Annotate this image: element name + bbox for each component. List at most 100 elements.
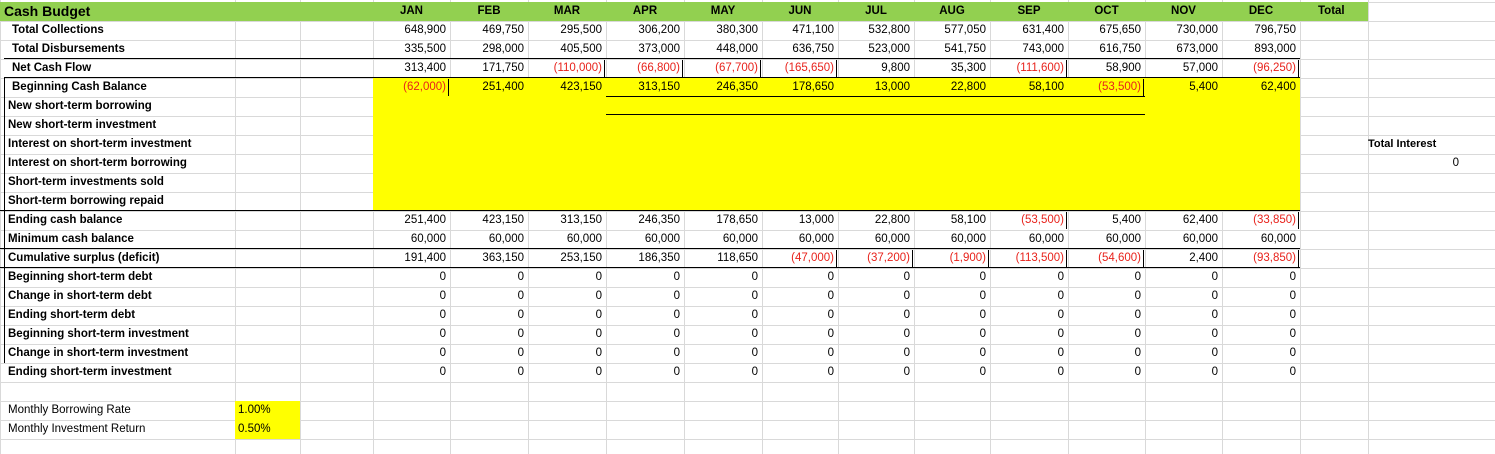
value-cell[interactable]: 186,350 (606, 249, 684, 268)
value-cell[interactable]: 0 (762, 325, 838, 344)
value-cell[interactable]: 631,400 (990, 21, 1068, 40)
value-cell[interactable]: 423,150 (528, 78, 606, 97)
value-cell[interactable]: 0 (1145, 306, 1222, 325)
value-cell[interactable]: 0 (450, 325, 528, 344)
value-cell[interactable]: 0 (1068, 363, 1145, 382)
value-cell[interactable]: 523,000 (838, 40, 914, 59)
month-header[interactable]: NOV (1145, 2, 1222, 21)
value-cell[interactable]: 0 (373, 287, 450, 306)
value-cell[interactable]: 60,000 (1222, 230, 1300, 249)
total-header[interactable]: Total (1300, 2, 1368, 21)
row-label[interactable]: Short-term investments sold (0, 173, 235, 192)
month-header[interactable]: OCT (1068, 2, 1145, 21)
value-cell[interactable]: 0 (684, 268, 762, 287)
value-cell[interactable]: 0 (1068, 325, 1145, 344)
value-cell[interactable]: 0 (450, 268, 528, 287)
row-label[interactable]: Interest on short-term borrowing (0, 154, 235, 173)
month-header[interactable]: SEP (990, 2, 1068, 21)
rate-input[interactable]: 0.50% (235, 420, 300, 439)
row-label[interactable]: Beginning short-term debt (0, 268, 235, 287)
value-cell[interactable]: 0 (990, 325, 1068, 344)
value-cell[interactable]: 0 (1145, 268, 1222, 287)
value-cell[interactable]: 306,200 (606, 21, 684, 40)
value-cell[interactable]: 0 (373, 363, 450, 382)
value-cell[interactable]: 373,000 (606, 40, 684, 59)
row-label[interactable]: Change in short-term debt (0, 287, 235, 306)
value-cell[interactable]: 0 (990, 344, 1068, 363)
month-header[interactable]: DEC (1222, 2, 1300, 21)
row-label[interactable]: Beginning short-term investment (0, 325, 235, 344)
value-cell[interactable]: 0 (1145, 325, 1222, 344)
value-cell[interactable]: 0 (450, 287, 528, 306)
value-cell[interactable]: 13,000 (838, 78, 914, 97)
total-interest-value[interactable]: 0 (1368, 154, 1463, 173)
value-cell[interactable]: 0 (1222, 325, 1300, 344)
value-cell[interactable]: 0 (1222, 306, 1300, 325)
value-cell[interactable]: 35,300 (914, 59, 990, 78)
value-cell[interactable]: 0 (373, 268, 450, 287)
value-cell[interactable]: 0 (1145, 287, 1222, 306)
value-cell[interactable]: 0 (684, 363, 762, 382)
value-cell[interactable]: 616,750 (1068, 40, 1145, 59)
value-cell[interactable]: 0 (684, 287, 762, 306)
value-cell[interactable]: 60,000 (762, 230, 838, 249)
value-cell[interactable]: 0 (838, 344, 914, 363)
value-cell[interactable]: 0 (528, 268, 606, 287)
value-cell[interactable]: 471,100 (762, 21, 838, 40)
row-label[interactable]: Ending cash balance (0, 211, 235, 230)
value-cell[interactable]: 0 (1068, 306, 1145, 325)
value-cell[interactable]: 0 (606, 306, 684, 325)
value-cell[interactable]: 0 (990, 306, 1068, 325)
total-interest-label[interactable]: Total Interest (1368, 135, 1468, 154)
value-cell[interactable]: 60,000 (373, 230, 450, 249)
value-cell[interactable]: 0 (914, 325, 990, 344)
month-header[interactable]: JUL (838, 2, 914, 21)
value-cell[interactable]: 893,000 (1222, 40, 1300, 59)
value-cell[interactable]: 2,400 (1145, 249, 1222, 268)
value-cell[interactable]: 0 (838, 306, 914, 325)
value-cell[interactable]: 0 (684, 344, 762, 363)
value-cell[interactable]: 0 (684, 325, 762, 344)
value-cell[interactable]: 0 (1068, 344, 1145, 363)
value-cell[interactable]: 0 (990, 287, 1068, 306)
row-label[interactable]: Change in short-term investment (0, 344, 235, 363)
row-label[interactable]: Ending short-term investment (0, 363, 235, 382)
value-cell[interactable]: 58,900 (1068, 59, 1145, 78)
value-cell[interactable]: 171,750 (450, 59, 528, 78)
month-header[interactable]: JAN (373, 2, 450, 21)
value-cell[interactable]: 0 (373, 344, 450, 363)
value-cell[interactable]: 0 (838, 268, 914, 287)
value-cell[interactable]: 0 (528, 287, 606, 306)
value-cell[interactable]: 22,800 (914, 78, 990, 97)
value-cell[interactable]: 246,350 (606, 211, 684, 230)
value-cell[interactable]: 0 (914, 306, 990, 325)
value-cell[interactable]: 0 (1145, 363, 1222, 382)
value-cell[interactable]: 0 (1222, 363, 1300, 382)
value-cell[interactable]: 191,400 (373, 249, 450, 268)
month-header[interactable]: APR (606, 2, 684, 21)
value-cell[interactable]: 448,000 (684, 40, 762, 59)
value-cell[interactable]: 0 (914, 363, 990, 382)
value-cell[interactable]: 0 (373, 306, 450, 325)
value-cell[interactable]: 0 (606, 344, 684, 363)
value-cell[interactable]: 313,400 (373, 59, 450, 78)
value-cell[interactable]: 0 (762, 306, 838, 325)
value-cell[interactable]: 0 (450, 306, 528, 325)
value-cell[interactable]: 0 (1222, 344, 1300, 363)
value-cell[interactable]: 0 (373, 325, 450, 344)
value-cell[interactable]: 60,000 (914, 230, 990, 249)
value-cell[interactable]: 5,400 (1145, 78, 1222, 97)
value-cell[interactable]: 0 (1068, 268, 1145, 287)
value-cell[interactable]: 0 (914, 287, 990, 306)
value-cell[interactable]: 675,650 (1068, 21, 1145, 40)
value-cell[interactable]: 0 (606, 325, 684, 344)
value-cell[interactable]: 796,750 (1222, 21, 1300, 40)
value-cell[interactable]: 335,500 (373, 40, 450, 59)
value-cell[interactable]: 541,750 (914, 40, 990, 59)
value-cell[interactable]: 295,500 (528, 21, 606, 40)
value-cell[interactable]: 253,150 (528, 249, 606, 268)
value-cell[interactable]: 743,000 (990, 40, 1068, 59)
row-label[interactable]: Cumulative surplus (deficit) (0, 249, 235, 268)
value-cell[interactable]: 423,150 (450, 211, 528, 230)
value-cell[interactable]: 22,800 (838, 211, 914, 230)
